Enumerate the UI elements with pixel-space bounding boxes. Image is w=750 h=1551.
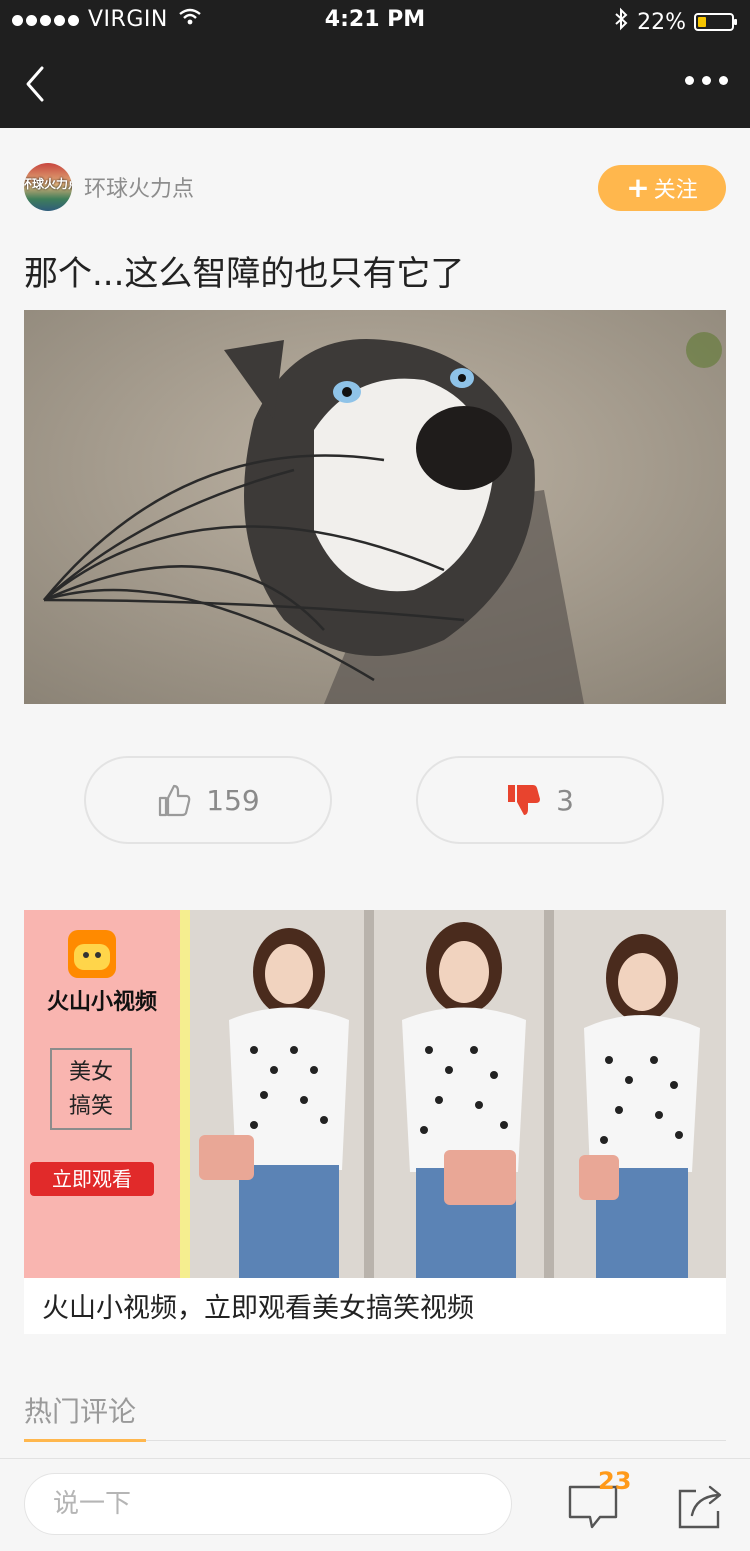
nav-bar (0, 40, 750, 128)
ad-banner[interactable]: 火山小视频 美女 搞笑 立即观看 火山小视频，立即观看美女搞笑视频 (24, 910, 726, 1334)
comment-input[interactable]: 说一下 (24, 1473, 512, 1535)
hot-comments-title[interactable]: 热门评论 (24, 1390, 136, 1430)
share-icon (678, 1485, 722, 1529)
section-underline (24, 1439, 146, 1442)
status-bar: VIRGIN 4:21 PM 22% (0, 0, 750, 40)
author-name[interactable]: 环球火力点 (84, 171, 194, 203)
ad-app-name: 火山小视频 (46, 990, 157, 1015)
ad-promo-panel: 火山小视频 美女 搞笑 立即观看 (24, 910, 180, 1278)
thumbs-up-icon (159, 784, 191, 817)
article-content: 环球火力点 环球火力点 + 关注 那个...这么智障的也只有它了 (0, 128, 750, 1458)
ad-tag-line1: 美女 (68, 1060, 113, 1085)
dislike-count: 3 (556, 783, 574, 817)
ad-watch-button[interactable]: 立即观看 (30, 1162, 154, 1196)
dislike-button[interactable]: 3 (416, 756, 664, 844)
follow-label: 关注 (653, 178, 698, 203)
back-arrow-icon[interactable] (22, 62, 48, 110)
ad-tag-box: 美女 搞笑 (50, 1048, 132, 1130)
like-count: 159 (206, 783, 260, 817)
battery-icon (694, 13, 737, 31)
avatar-text: 环球火力点 (24, 177, 72, 191)
avatar[interactable]: 环球火力点 (24, 163, 72, 211)
share-button[interactable] (674, 1481, 728, 1531)
plus-icon: + (626, 171, 650, 204)
bottom-bar: 说一下 23 (0, 1458, 750, 1551)
thumbs-down-icon (508, 785, 541, 815)
volcano-app-icon (68, 930, 116, 978)
ad-image[interactable]: 火山小视频 美女 搞笑 立即观看 (24, 910, 726, 1278)
ad-divider-strip (180, 910, 190, 1278)
like-button[interactable]: 159 (84, 756, 332, 844)
follow-button[interactable]: + 关注 (598, 165, 726, 211)
battery-percent: 22% (637, 9, 686, 35)
ad-tag-line2: 搞笑 (68, 1094, 113, 1119)
bluetooth-icon (613, 7, 629, 37)
ad-caption[interactable]: 火山小视频，立即观看美女搞笑视频 (42, 1286, 474, 1325)
husky-photo[interactable] (24, 310, 726, 704)
more-icon[interactable] (677, 76, 728, 85)
article-title: 那个...这么智障的也只有它了 (24, 254, 465, 294)
author-row[interactable]: 环球火力点 环球火力点 (24, 163, 194, 211)
comment-count-badge: 23 (598, 1467, 632, 1495)
